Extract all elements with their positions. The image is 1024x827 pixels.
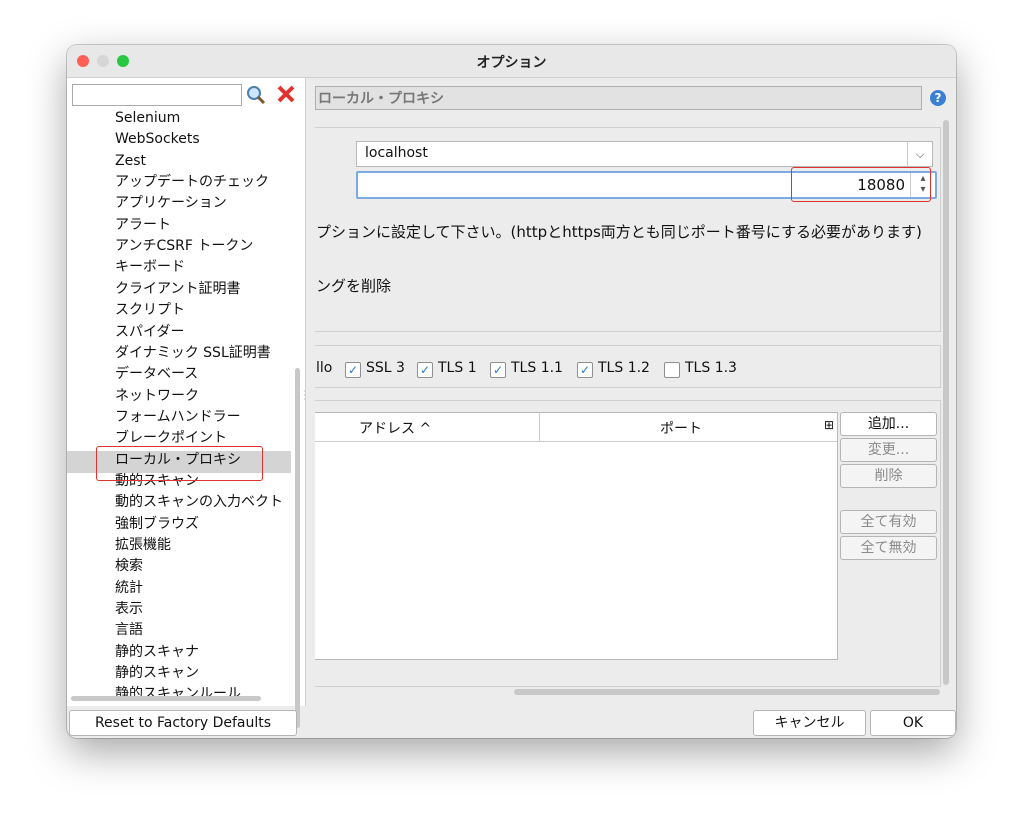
proxy-port-note: プションに設定して下さい。(httpとhttps両方とも同じポート番号にする必要… (316, 223, 922, 241)
ssl-option-label: TLS 1.1 (511, 360, 563, 376)
selected-item-highlight-box (96, 446, 263, 481)
tree-horizontal-scrollbar[interactable] (71, 696, 261, 701)
column-chooser-icon[interactable]: ⊞ (824, 418, 834, 432)
tree-item[interactable]: WebSockets (115, 130, 200, 148)
panel-vertical-scrollbar[interactable] (943, 120, 949, 685)
remove-button[interactable]: 削除 (840, 464, 937, 488)
tree-item[interactable]: 統計 (115, 579, 143, 597)
tree-item[interactable]: 拡張機能 (115, 536, 171, 554)
options-window: オプション Selenium WebSockets Zest アップデートのチェックア… (67, 45, 956, 738)
remove-option-label: ングを削除 (316, 277, 392, 295)
help-icon[interactable]: ? (930, 90, 946, 106)
tree-item[interactable]: ネットワーク (115, 387, 199, 405)
tree-item[interactable]: クライアント証明書 (115, 280, 240, 298)
ssl-option-checkbox[interactable]: ✓ (345, 362, 361, 378)
options-tree-pane: Selenium WebSockets Zest アップデートのチェック アプリケーショ… (67, 78, 306, 728)
panel-header-title: ローカル・プロキシ (318, 91, 444, 107)
tree-item[interactable]: キーボード (115, 258, 185, 276)
options-tree[interactable]: Selenium WebSockets Zest アップデートのチェック アプリケーショ… (67, 111, 291, 697)
tree-item[interactable]: フォームハンドラー (115, 408, 241, 426)
ssl-option-checkbox[interactable]: ✓ (417, 362, 433, 378)
ssl-option-label: SSL 3 (366, 360, 405, 376)
tree-item[interactable]: アップデートのチェック (115, 173, 269, 191)
column-address[interactable]: アドレス ^ (359, 418, 431, 438)
tree-item[interactable]: アンチCSRF トークン (115, 237, 253, 255)
tree-item[interactable]: スパイダー (115, 323, 184, 341)
ssl-option-label: TLS 1.3 (685, 360, 737, 376)
clear-search-icon[interactable] (276, 84, 296, 104)
address-value: localhost (365, 145, 428, 161)
ssl-option-label: TLS 1.2 (598, 360, 650, 376)
tree-item[interactable]: 動的スキャンの入力ベクト (115, 493, 283, 511)
title-bar: オプション (67, 45, 956, 78)
disable-all-button[interactable]: 全て無効 (840, 536, 937, 560)
bypass-table[interactable]: アドレス ^ ポート (315, 412, 838, 660)
chevron-down-icon[interactable]: ⌵ (907, 142, 932, 166)
address-combobox[interactable]: localhost ⌵ (356, 141, 933, 167)
tree-vertical-scrollbar[interactable] (295, 368, 300, 728)
ssl-option-checkbox[interactable]: ✓ (577, 362, 593, 378)
tree-item[interactable]: アラート (115, 216, 171, 234)
tree-item[interactable]: Selenium (115, 111, 180, 127)
reset-defaults-button[interactable]: Reset to Factory Defaults (69, 710, 297, 736)
column-divider (539, 413, 540, 441)
table-header: アドレス ^ ポート (315, 413, 837, 442)
tree-item[interactable]: 強制ブラウズ (115, 515, 199, 533)
ssl-option-label: TLS 1 (438, 360, 477, 376)
tree-search-input[interactable] (72, 84, 242, 106)
column-port[interactable]: ポート (660, 418, 702, 438)
tree-item[interactable]: 静的スキャン (115, 664, 199, 682)
tree-item[interactable]: ダイナミック SSL証明書 (115, 344, 271, 362)
panel-horizontal-scrollbar[interactable] (514, 689, 940, 695)
tree-item[interactable]: Zest (115, 152, 146, 170)
panel-header: ローカル・プロキシ (315, 86, 922, 110)
split-divider-handle[interactable]: · · · (303, 388, 307, 404)
ssl-option-checkbox[interactable]: ✓ (490, 362, 506, 378)
enable-all-button[interactable]: 全て有効 (840, 510, 937, 534)
port-highlight-box (791, 167, 931, 202)
tree-item[interactable]: 静的スキャナ (115, 643, 199, 661)
ssl-group-label: llo (316, 360, 333, 376)
cancel-button[interactable]: キャンセル (753, 710, 866, 736)
ssl-option-checkbox[interactable] (664, 362, 680, 378)
tree-item[interactable]: スクリプト (115, 301, 185, 319)
tree-item[interactable]: 表示 (115, 600, 143, 618)
magnifier-icon[interactable] (245, 84, 267, 106)
tree-item[interactable]: アプリケーション (115, 194, 227, 212)
modify-button[interactable]: 変更... (840, 438, 937, 462)
tree-item[interactable]: 検索 (115, 557, 143, 575)
tree-item[interactable]: 言語 (115, 621, 143, 639)
ok-button[interactable]: OK (870, 710, 956, 736)
tree-item[interactable]: データベース (115, 365, 198, 383)
add-button[interactable]: 追加... (840, 412, 937, 436)
window-title: オプション (476, 55, 547, 71)
tree-item[interactable]: ブレークポイント (115, 429, 227, 447)
